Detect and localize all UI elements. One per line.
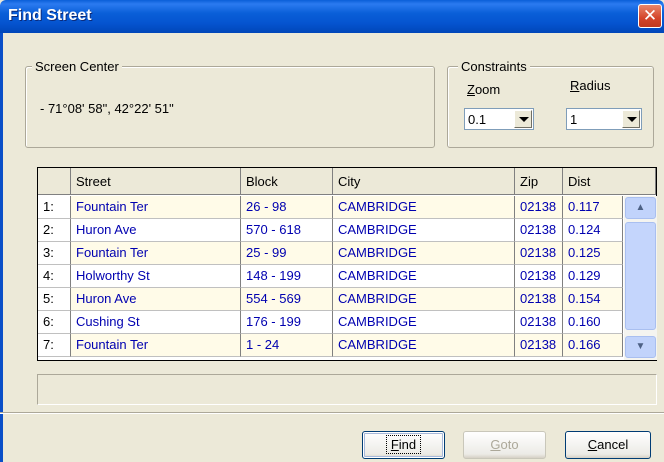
radius-label: Radius bbox=[570, 78, 611, 93]
chevron-down-icon[interactable] bbox=[514, 110, 532, 128]
scroll-down-icon: ▼ bbox=[635, 341, 646, 352]
column-header-zip[interactable]: Zip bbox=[515, 168, 563, 195]
table-row[interactable]: 6: Cushing St 176 - 199 CAMBRIDGE 02138 0.160 bbox=[38, 311, 623, 334]
cell-city: CAMBRIDGE bbox=[333, 242, 515, 265]
cell-dist: 0.129 bbox=[563, 265, 623, 288]
cell-zip: 02138 bbox=[515, 311, 563, 334]
cell-zip: 02138 bbox=[515, 219, 563, 242]
cell-zip: 02138 bbox=[515, 288, 563, 311]
table-row[interactable]: 5: Huron Ave 554 - 569 CAMBRIDGE 02138 0.154 bbox=[38, 288, 623, 311]
cell-index: 4: bbox=[38, 265, 71, 288]
table-row[interactable]: 3: Fountain Ter 25 - 99 CAMBRIDGE 02138 0.125 bbox=[38, 242, 623, 265]
cell-block: 554 - 569 bbox=[241, 288, 333, 311]
cell-zip: 02138 bbox=[515, 242, 563, 265]
cell-index: 7: bbox=[38, 334, 71, 357]
cell-city: CAMBRIDGE bbox=[333, 219, 515, 242]
cell-city: CAMBRIDGE bbox=[333, 334, 515, 357]
cell-dist: 0.124 bbox=[563, 219, 623, 242]
radius-select[interactable]: 1 bbox=[566, 108, 642, 130]
title-bar[interactable]: Find Street ✕ bbox=[0, 0, 664, 33]
cell-index: 3: bbox=[38, 242, 71, 265]
zoom-select[interactable]: 0.1 bbox=[464, 108, 534, 130]
goto-button[interactable]: Goto bbox=[463, 431, 546, 459]
column-header-city[interactable]: City bbox=[333, 168, 515, 195]
close-button[interactable]: ✕ bbox=[638, 4, 662, 28]
table-row[interactable]: 4: Holworthy St 148 - 199 CAMBRIDGE 02138 0.1… bbox=[38, 265, 623, 288]
screen-center-coordinates: - 71°08' 58", 42°22' 51" bbox=[40, 101, 174, 116]
scroll-up-button[interactable]: ▲ bbox=[625, 197, 656, 219]
constraints-legend: Constraints bbox=[458, 59, 530, 74]
table-row[interactable]: 7: Fountain Ter 1 - 24 CAMBRIDGE 02138 0.166 bbox=[38, 334, 623, 357]
divider bbox=[0, 412, 664, 414]
cell-zip: 02138 bbox=[515, 196, 563, 219]
cancel-button[interactable]: Cancel bbox=[565, 431, 651, 459]
cell-dist: 0.154 bbox=[563, 288, 623, 311]
screen-center-legend: Screen Center bbox=[32, 59, 122, 74]
cell-block: 26 - 98 bbox=[241, 196, 333, 219]
column-header-index[interactable] bbox=[38, 168, 71, 195]
cell-dist: 0.125 bbox=[563, 242, 623, 265]
close-icon: ✕ bbox=[642, 6, 658, 25]
cell-block: 176 - 199 bbox=[241, 311, 333, 334]
chevron-down-icon[interactable] bbox=[622, 110, 640, 128]
cell-street: Huron Ave bbox=[71, 219, 241, 242]
cell-zip: 02138 bbox=[515, 334, 563, 357]
cell-block: 148 - 199 bbox=[241, 265, 333, 288]
cell-street: Fountain Ter bbox=[71, 196, 241, 219]
cell-city: CAMBRIDGE bbox=[333, 196, 515, 219]
zoom-value: 0.1 bbox=[468, 112, 487, 127]
cell-index: 5: bbox=[38, 288, 71, 311]
cell-city: CAMBRIDGE bbox=[333, 265, 515, 288]
vertical-scrollbar[interactable]: ▲ ▼ bbox=[624, 196, 657, 360]
radius-value: 1 bbox=[570, 112, 578, 127]
scrollbar-thumb[interactable] bbox=[625, 222, 656, 330]
cell-block: 570 - 618 bbox=[241, 219, 333, 242]
cell-dist: 0.160 bbox=[563, 311, 623, 334]
cell-street: Holworthy St bbox=[71, 265, 241, 288]
cell-street: Fountain Ter bbox=[71, 334, 241, 357]
cell-dist: 0.166 bbox=[563, 334, 623, 357]
cell-street: Huron Ave bbox=[71, 288, 241, 311]
cell-dist: 0.117 bbox=[563, 196, 623, 219]
status-bar bbox=[37, 374, 657, 405]
results-table[interactable]: Street Block City Zip Dist 1: Fountain Te… bbox=[37, 167, 657, 361]
cell-index: 2: bbox=[38, 219, 71, 242]
find-button[interactable]: Find bbox=[362, 431, 445, 459]
constraints-group: Constraints bbox=[447, 59, 654, 148]
window-title: Find Street bbox=[8, 7, 92, 24]
cell-block: 25 - 99 bbox=[241, 242, 333, 265]
cell-street: Cushing St bbox=[71, 311, 241, 334]
scroll-down-button[interactable]: ▼ bbox=[625, 336, 656, 358]
scroll-up-icon: ▲ bbox=[635, 202, 646, 213]
table-row[interactable]: 2: Huron Ave 570 - 618 CAMBRIDGE 02138 0.124 bbox=[38, 219, 623, 242]
cell-index: 1: bbox=[38, 196, 71, 219]
cell-street: Fountain Ter bbox=[71, 242, 241, 265]
table-row[interactable]: 1: Fountain Ter 26 - 98 CAMBRIDGE 02138 0.117 bbox=[38, 196, 623, 219]
cell-city: CAMBRIDGE bbox=[333, 288, 515, 311]
cell-block: 1 - 24 bbox=[241, 334, 333, 357]
cell-index: 6: bbox=[38, 311, 71, 334]
column-header-block[interactable]: Block bbox=[241, 168, 333, 195]
column-header-dist[interactable]: Dist bbox=[563, 168, 656, 195]
cell-zip: 02138 bbox=[515, 265, 563, 288]
column-header-street[interactable]: Street bbox=[71, 168, 241, 195]
cell-city: CAMBRIDGE bbox=[333, 311, 515, 334]
zoom-label: Zoom bbox=[467, 82, 501, 97]
